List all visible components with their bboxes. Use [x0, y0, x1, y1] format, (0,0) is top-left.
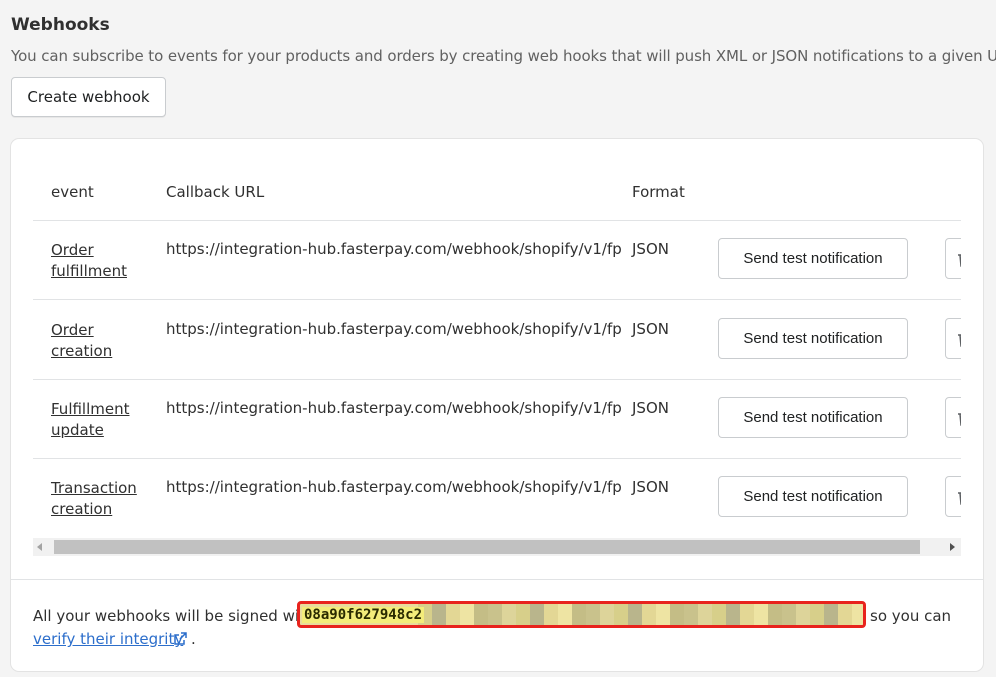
page-description: You can subscribe to events for your pro… [11, 47, 996, 65]
redaction-pixel [698, 604, 712, 625]
scroll-right-arrow-icon[interactable] [950, 543, 955, 551]
redaction-pixel [782, 604, 796, 625]
redaction-pixel [684, 604, 698, 625]
redaction-pixel [754, 604, 768, 625]
redaction-pixel [810, 604, 824, 625]
format-value: JSON [632, 320, 669, 338]
scrollbar-thumb[interactable] [54, 540, 920, 554]
webhooks-table: event Callback URL Format Order fulfillm… [33, 159, 961, 539]
send-test-notification-button[interactable]: Send test notification [718, 476, 908, 517]
redaction-pixel [502, 604, 516, 625]
redaction-pixel [642, 604, 656, 625]
trash-icon [958, 490, 961, 505]
delete-button[interactable] [945, 238, 961, 279]
send-test-notification-button[interactable]: Send test notification [718, 397, 908, 438]
delete-button[interactable] [945, 318, 961, 359]
delete-button[interactable] [945, 476, 961, 517]
event-link[interactable]: Order fulfillment [51, 240, 146, 282]
column-header-format: Format [632, 183, 685, 201]
event-link[interactable]: Fulfillment update [51, 399, 146, 441]
redaction-pixel [712, 604, 726, 625]
redaction-pixel [572, 604, 586, 625]
format-value: JSON [632, 478, 669, 496]
signing-prefix: All your webhooks will be signed with [33, 607, 315, 625]
table-row: Transaction creation https://integration… [33, 458, 961, 537]
redaction-pixel [474, 604, 488, 625]
signing-footer: All your webhooks will be signed with 08… [11, 579, 983, 671]
trash-icon [958, 252, 961, 267]
signing-secret-value: 08a90f627948c2 [302, 607, 425, 623]
verify-integrity-link[interactable]: verify their integrity [33, 630, 183, 648]
redaction-pixel [824, 604, 838, 625]
send-test-notification-button[interactable]: Send test notification [718, 238, 908, 279]
event-link[interactable]: Order creation [51, 320, 146, 362]
redaction-pixel [670, 604, 684, 625]
redaction-pixel [852, 604, 863, 625]
table-row: Order creation https://integration-hub.f… [33, 300, 961, 380]
trash-icon [958, 411, 961, 426]
redaction-pixel [516, 604, 530, 625]
page-title: Webhooks [11, 15, 110, 35]
signing-suffix: so you can [870, 607, 952, 625]
callback-url: https://integration-hub.fasterpay.com/we… [166, 399, 622, 417]
redaction-pixel [530, 604, 544, 625]
redaction-pixel [544, 604, 558, 625]
horizontal-scrollbar[interactable] [33, 538, 961, 556]
column-header-url: Callback URL [166, 183, 265, 201]
trash-icon [958, 332, 961, 347]
table-row: Fulfillment update https://integration-h… [33, 379, 961, 459]
column-header-event: event [51, 183, 94, 201]
external-link-icon [174, 632, 187, 645]
signing-secret: 08a90f627948c2 [297, 601, 866, 628]
redaction-pixel [740, 604, 754, 625]
event-link[interactable]: Transaction creation [51, 478, 146, 520]
redaction-pixel [726, 604, 740, 625]
table-row: Order fulfillment https://integration-hu… [33, 220, 961, 300]
redaction-pixel [796, 604, 810, 625]
format-value: JSON [632, 240, 669, 258]
redaction-pixel [838, 604, 852, 625]
create-webhook-button[interactable]: Create webhook [11, 77, 166, 117]
delete-button[interactable] [945, 397, 961, 438]
redaction-pixel [600, 604, 614, 625]
send-test-notification-button[interactable]: Send test notification [718, 318, 908, 359]
redaction-pixel [628, 604, 642, 625]
webhooks-card: event Callback URL Format Order fulfillm… [11, 139, 983, 671]
format-value: JSON [632, 399, 669, 417]
redaction-pixel [446, 604, 460, 625]
redaction-pixel [656, 604, 670, 625]
redaction-pixel [488, 604, 502, 625]
table-header: event Callback URL Format [33, 159, 961, 221]
redaction-pixel [768, 604, 782, 625]
redaction-pixel [558, 604, 572, 625]
callback-url: https://integration-hub.fasterpay.com/we… [166, 478, 622, 496]
sentence-end: . [191, 630, 196, 648]
redaction-pixel [586, 604, 600, 625]
redaction-pixel [614, 604, 628, 625]
redaction-pixel [460, 604, 474, 625]
callback-url: https://integration-hub.fasterpay.com/we… [166, 240, 622, 258]
scroll-left-arrow-icon[interactable] [37, 543, 42, 551]
redaction-pixel [432, 604, 446, 625]
callback-url: https://integration-hub.fasterpay.com/we… [166, 320, 622, 338]
